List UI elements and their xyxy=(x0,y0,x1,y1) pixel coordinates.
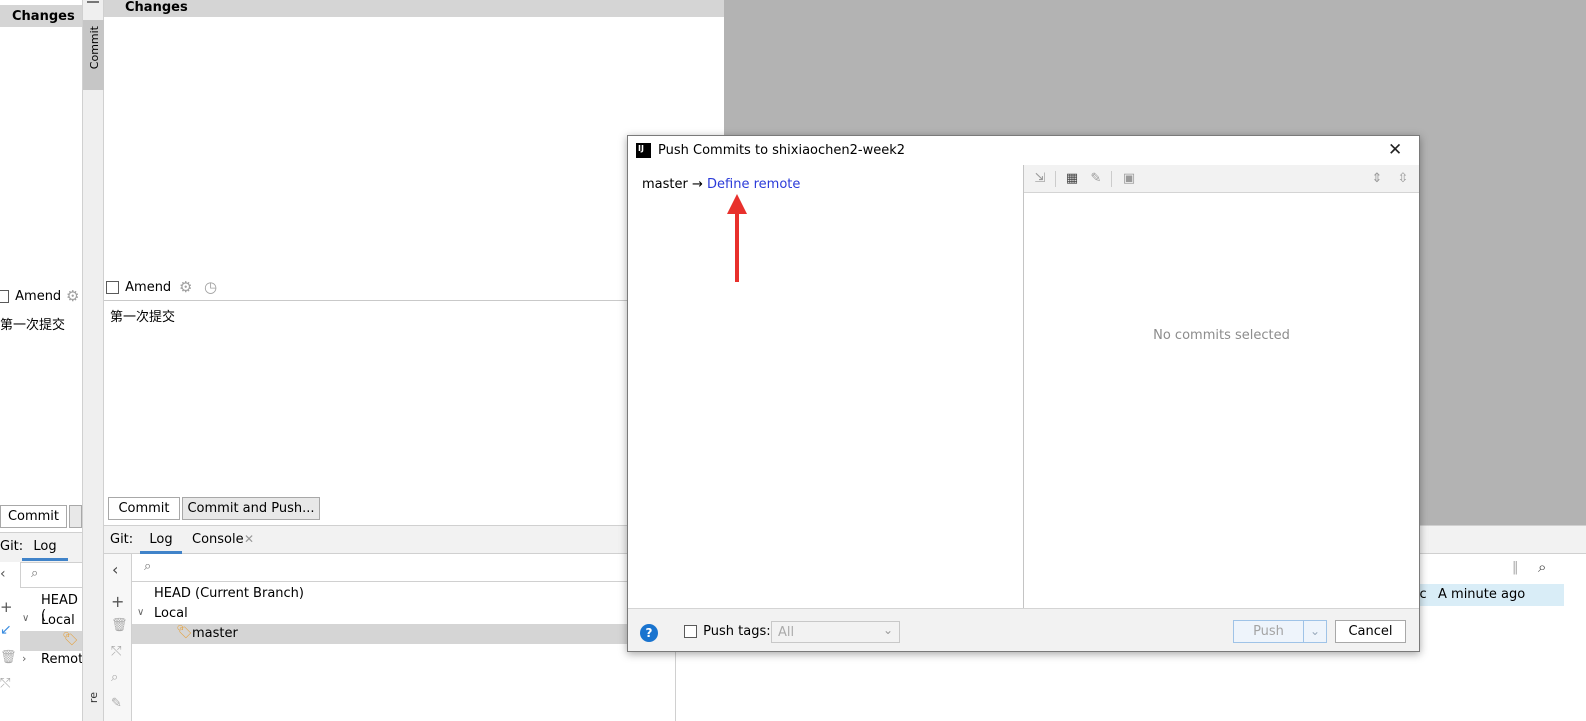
push-tags-select-value: All xyxy=(778,625,795,640)
tree-branch-row[interactable]: 🏷 master xyxy=(132,624,627,644)
annotation-arrow-shaft xyxy=(735,206,739,282)
collapse-all-icon[interactable]: ⇳ xyxy=(1395,171,1411,187)
tag-icon: 🏷 xyxy=(62,632,79,647)
define-remote-link[interactable]: Define remote xyxy=(707,177,800,192)
push-spec-row: master → Define remote xyxy=(642,177,800,192)
left-commit-push-button-cropped[interactable] xyxy=(69,505,82,528)
chevron-left-icon[interactable]: ‹ xyxy=(112,560,118,579)
commit-button[interactable]: Commit xyxy=(108,497,180,520)
left-tree-remote[interactable]: Remote xyxy=(41,652,82,667)
commit-message-field[interactable]: 第一次提交 xyxy=(110,306,175,325)
dialog-titlebar: IJ Push Commits to shixiaochen2-week2 ✕ xyxy=(628,136,1419,165)
help-icon[interactable]: ? xyxy=(640,624,658,642)
log-side-toolbar: ‹ + 🗑 ⤲ ⌕ ✎ xyxy=(104,554,132,721)
push-tags-row[interactable]: Push tags: xyxy=(684,624,771,639)
search-icon[interactable]: ⌕ xyxy=(1538,558,1546,576)
chevron-down-icon[interactable]: ∨ xyxy=(22,613,29,624)
arrow-right-icon: → xyxy=(691,177,703,192)
chevron-down-icon[interactable]: ∨ xyxy=(137,607,144,618)
branch-search-input[interactable]: ⌕ xyxy=(132,554,627,582)
left-tab-log[interactable]: Log xyxy=(22,537,68,561)
push-tags-select[interactable]: All ⌄ xyxy=(771,621,900,643)
collapse-icon[interactable]: ⇲ xyxy=(1032,171,1048,187)
divider xyxy=(1111,171,1112,187)
tab-console[interactable]: Console xyxy=(192,532,244,547)
intellij-logo-icon: IJ xyxy=(636,143,651,158)
chevron-down-icon: ⌄ xyxy=(1309,624,1321,638)
amend-label: Amend xyxy=(125,280,172,295)
gear-icon[interactable]: ⚙ xyxy=(66,287,79,305)
search-icon: ⌕ xyxy=(144,559,152,574)
push-tags-label: Push tags: xyxy=(703,624,771,639)
tree-local[interactable]: Local xyxy=(154,606,188,621)
tab-log[interactable]: Log xyxy=(140,528,182,554)
left-git-label: Git: xyxy=(0,539,24,554)
tool-window-strip: Commit re xyxy=(82,0,104,721)
checkout-arrow-icon[interactable]: ↙ xyxy=(0,622,12,638)
preview-icon[interactable]: ▣ xyxy=(1121,171,1137,187)
changes-header: Changes xyxy=(104,0,724,17)
amend-row[interactable]: Amend xyxy=(106,280,171,295)
left-tree-local[interactable]: Local xyxy=(41,613,75,628)
log-commit-row[interactable]: xc A minute ago xyxy=(1404,584,1564,606)
pause-icon[interactable]: ‖ xyxy=(1512,560,1519,575)
cancel-button[interactable]: Cancel xyxy=(1335,620,1406,643)
close-icon[interactable]: ✕ xyxy=(1388,140,1402,160)
git-label: Git: xyxy=(110,532,134,547)
details-toolbar: ⇲ ▦ ✎ ▣ ⇕ ⇳ xyxy=(1024,165,1419,193)
amend-checkbox[interactable] xyxy=(106,281,119,294)
no-commits-message: No commits selected xyxy=(1153,328,1290,343)
clock-icon[interactable]: ◷ xyxy=(204,278,217,296)
annotation-arrow-head xyxy=(727,194,747,214)
search-icon[interactable]: ⌕ xyxy=(111,670,118,685)
push-branches-pane: master → Define remote xyxy=(628,165,1024,608)
divider xyxy=(1055,171,1056,187)
left-amend-row[interactable]: Amend ⚙ xyxy=(0,287,79,305)
left-changes-header: Changes xyxy=(0,5,82,27)
strip-cropped-label: re xyxy=(87,692,100,704)
push-button[interactable]: Push xyxy=(1233,620,1304,643)
commit-details-pane: ⇲ ▦ ✎ ▣ ⇕ ⇳ No commits selected xyxy=(1024,165,1419,608)
push-tags-checkbox[interactable] xyxy=(684,625,697,638)
left-commit-message[interactable]: 第一次提交 xyxy=(0,314,65,333)
tag-icon: 🏷 xyxy=(176,625,193,640)
local-branch-label: master xyxy=(642,177,688,192)
push-options-dropdown[interactable]: ⌄ xyxy=(1303,620,1327,643)
left-amend-label: Amend xyxy=(15,289,62,304)
left-commit-button[interactable]: Commit xyxy=(0,505,67,528)
commit-tool-tab[interactable]: Commit xyxy=(83,20,104,90)
chevron-left-icon[interactable]: ‹ xyxy=(0,566,6,582)
left-amend-checkbox[interactable] xyxy=(0,290,9,303)
expand-all-icon[interactable]: ⇕ xyxy=(1369,171,1385,187)
dialog-title: Push Commits to shixiaochen2-week2 xyxy=(658,143,906,158)
trash-icon[interactable]: 🗑 xyxy=(111,618,128,633)
commit-and-push-button[interactable]: Commit and Push... xyxy=(182,497,320,520)
merge-icon[interactable]: ⤲ xyxy=(0,676,10,691)
trash-icon[interactable]: 🗑 xyxy=(0,650,17,665)
log-commit-time: A minute ago xyxy=(1438,587,1526,602)
left-tree-selected-row[interactable]: 🏷 xyxy=(20,631,82,651)
chevron-down-icon: ⌄ xyxy=(882,623,893,637)
tree-branch-label: master xyxy=(192,626,238,641)
tree-head[interactable]: HEAD (Current Branch) xyxy=(154,586,304,601)
gear-icon[interactable]: ⚙ xyxy=(179,278,192,296)
search-icon: ⌕ xyxy=(31,566,39,581)
edit-icon[interactable]: ✎ xyxy=(1088,171,1104,187)
plus-icon[interactable]: + xyxy=(0,598,13,616)
chevron-right-icon[interactable]: › xyxy=(22,652,26,665)
left-search-input[interactable]: ⌕ xyxy=(20,562,82,588)
merge-icon[interactable]: ⤲ xyxy=(111,644,121,659)
commit-tool-tab-label: Commit xyxy=(88,26,101,70)
minimize-icon[interactable] xyxy=(87,0,99,3)
left-ide-panel: Changes Amend ⚙ 第一次提交 Commit Git: Log ‹ … xyxy=(0,0,82,721)
close-icon[interactable]: ✕ xyxy=(244,532,254,546)
group-by-icon[interactable]: ▦ xyxy=(1064,171,1080,187)
plus-icon[interactable]: + xyxy=(111,592,124,611)
edit-icon[interactable]: ✎ xyxy=(111,696,122,711)
dialog-footer: ? Push tags: All ⌄ Push ⌄ Cancel xyxy=(628,608,1419,651)
